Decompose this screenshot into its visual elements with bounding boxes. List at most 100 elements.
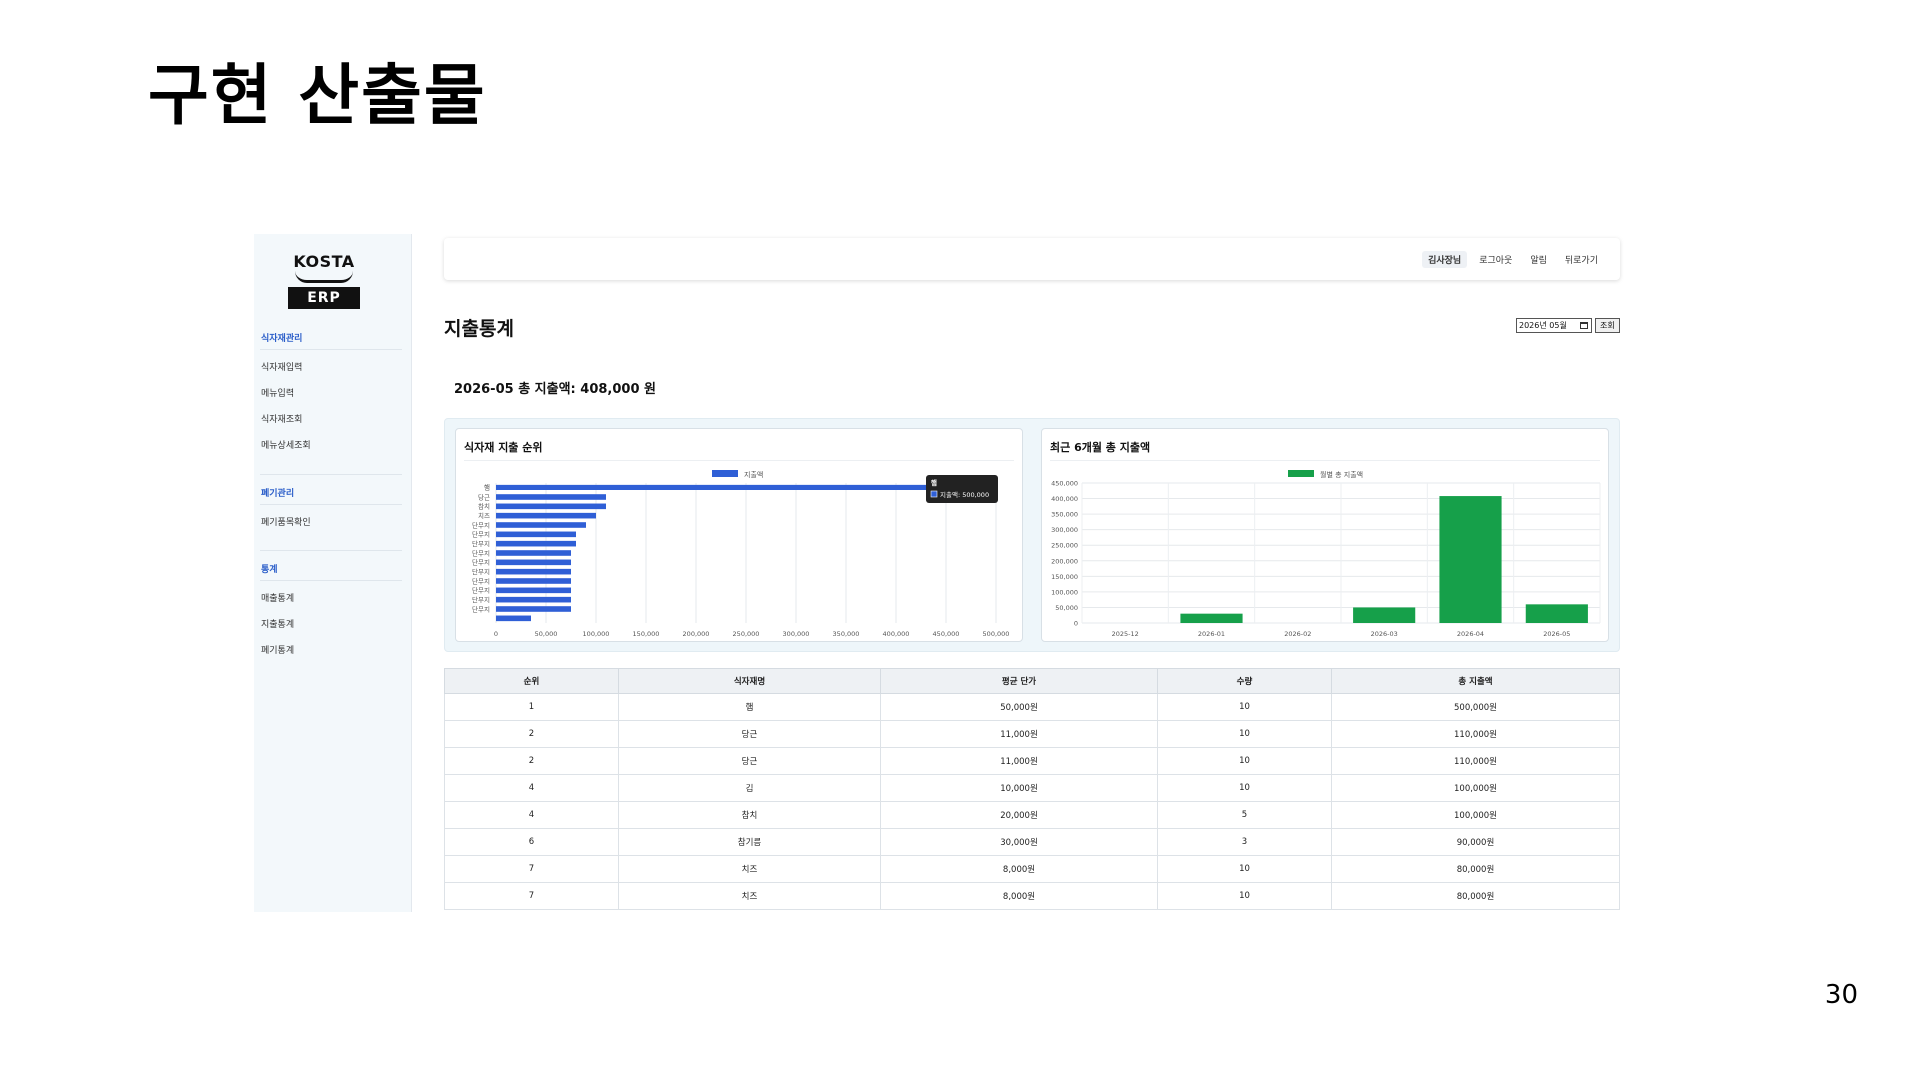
bar <box>1525 604 1588 623</box>
table-cell: 110,000원 <box>1331 720 1620 748</box>
table-cell: 100,000원 <box>1331 801 1620 829</box>
monthly-expense-chart: 최근 6개월 총 지출액 월별 총 지출액 0 50,000 100,000 150,0… <box>1041 428 1609 642</box>
sidebar-item-menu-input[interactable]: 메뉴입력 <box>260 386 402 412</box>
table-cell: 8,000원 <box>880 882 1158 910</box>
query-button[interactable]: 조회 <box>1595 318 1620 333</box>
nav-section-stats: 통계 매출통계 지출통계 폐기통계 <box>260 562 402 669</box>
logo-text-bottom: ERP <box>288 287 360 309</box>
bar <box>496 578 571 584</box>
calendar-icon[interactable] <box>1580 322 1588 329</box>
header-menu: 김사장님 로그아웃 알림 뒤로가기 <box>1422 251 1604 268</box>
y-tick-label: 50,000 <box>1055 604 1078 612</box>
col-total: 총 지출액 <box>1331 668 1620 694</box>
table-cell: 참기름 <box>618 828 881 856</box>
top-header: 김사장님 로그아웃 알림 뒤로가기 <box>444 238 1620 280</box>
sidebar-item-disposal-check[interactable]: 폐기품목확인 <box>260 515 402 541</box>
y-tick-label: 참치 <box>478 502 490 511</box>
table-cell: 110,000원 <box>1331 747 1620 775</box>
table-cell: 100,000원 <box>1331 774 1620 802</box>
y-tick-label: 단무지 <box>472 604 490 613</box>
sidebar-item-expense-stats[interactable]: 지출통계 <box>260 617 402 643</box>
legend-label: 지출액 <box>744 470 763 479</box>
nav-section-ingredients: 식자재관리 식자재입력 메뉴입력 식자재조회 메뉴상세조회 <box>260 331 402 464</box>
alarm-button[interactable]: 알림 <box>1524 251 1553 268</box>
col-quantity: 수량 <box>1157 668 1332 694</box>
nav-divider <box>260 550 402 551</box>
sidebar-item-menu-detail[interactable]: 메뉴상세조회 <box>260 438 402 464</box>
col-avg-price: 평균 단가 <box>880 668 1158 694</box>
table-row: 6 참기름 30,000원 3 90,000원 <box>444 828 1620 856</box>
y-tick-label: 단무지 <box>472 567 490 576</box>
y-tick-label: 450,000 <box>1051 480 1078 488</box>
table-cell: 7 <box>444 882 619 910</box>
table-row: 2 당근 11,000원 10 110,000원 <box>444 720 1620 748</box>
nav-section-disposal: 폐기관리 폐기품목확인 <box>260 486 402 541</box>
table-cell: 20,000원 <box>880 801 1158 829</box>
chart-title-divider <box>464 460 1014 461</box>
table-row: 4 김 10,000원 10 100,000원 <box>444 774 1620 802</box>
x-tick-label: 250,000 <box>733 630 760 638</box>
bar <box>496 494 606 500</box>
bar <box>496 540 576 547</box>
month-input-value: 2026년 05월 <box>1519 321 1567 330</box>
table-cell: 4 <box>444 774 619 802</box>
table-cell: 10 <box>1157 882 1332 910</box>
table-cell: 치즈 <box>618 855 881 883</box>
nav-divider <box>260 474 402 475</box>
back-button[interactable]: 뒤로가기 <box>1559 251 1604 268</box>
col-rank: 순위 <box>444 668 619 694</box>
x-tick-label: 2026-03 <box>1371 630 1398 638</box>
user-name-button[interactable]: 김사장님 <box>1422 251 1468 268</box>
table-cell: 10 <box>1157 774 1332 802</box>
tooltip-swatch <box>930 490 938 498</box>
sidebar-item-ingredient-input[interactable]: 식자재입력 <box>260 360 402 386</box>
table-cell: 80,000원 <box>1331 882 1620 910</box>
logo-smile-icon <box>295 271 353 283</box>
table-row: 1 햄 50,000원 10 500,000원 <box>444 693 1620 721</box>
bar <box>496 587 571 594</box>
month-input[interactable]: 2026년 05월 <box>1516 318 1592 333</box>
y-tick-label: 200,000 <box>1051 557 1078 565</box>
x-tick-label: 350,000 <box>833 630 860 638</box>
logo[interactable]: KOSTA ERP <box>288 252 360 309</box>
bar <box>1180 613 1243 623</box>
sidebar-item-disposal-stats[interactable]: 폐기통계 <box>260 643 402 669</box>
y-tick-label: 400,000 <box>1051 495 1078 503</box>
y-tick-label: 단무지 <box>472 539 490 548</box>
nav-section-head: 식자재관리 <box>260 331 402 350</box>
table-cell: 5 <box>1157 801 1332 829</box>
table-cell: 치즈 <box>618 882 881 910</box>
table-cell: 2 <box>444 720 619 748</box>
bar <box>496 606 571 612</box>
y-tick-label: 단무지 <box>472 548 490 557</box>
table-row: 4 참치 20,000원 5 100,000원 <box>444 801 1620 829</box>
nav-section-head: 통계 <box>260 562 402 581</box>
table-row: 7 치즈 8,000원 10 80,000원 <box>444 855 1620 883</box>
x-tick-label: 200,000 <box>683 630 710 638</box>
logout-button[interactable]: 로그아웃 <box>1473 251 1518 268</box>
table-cell: 10,000원 <box>880 774 1158 802</box>
x-tick-label: 500,000 <box>983 630 1010 638</box>
tooltip-text: 지출액: 500,000 <box>940 490 989 499</box>
sidebar-item-sales-stats[interactable]: 매출통계 <box>260 591 402 617</box>
table-cell: 당근 <box>618 747 881 775</box>
y-tick-label: 단무지 <box>472 595 490 604</box>
tooltip-title: 햄 <box>931 478 937 487</box>
y-tick-label: 당근 <box>478 492 490 501</box>
table-cell: 김 <box>618 774 881 802</box>
x-tick-label: 450,000 <box>933 630 960 638</box>
y-tick-label: 100,000 <box>1051 588 1078 596</box>
sidebar-item-ingredient-search[interactable]: 식자재조회 <box>260 412 402 438</box>
x-tick-label: 50,000 <box>535 630 558 638</box>
monthly-expense-svg: 월별 총 지출액 0 50,000 100,000 150,000 200,000 250,… <box>1051 470 1601 638</box>
legend-label: 월별 총 지출액 <box>1320 470 1363 479</box>
y-tick-label: 단무지 <box>472 576 490 585</box>
ingredient-ranking-svg: 지출액 0 50,000 100,000 150,000 200,000 250,000 30… <box>472 470 1010 638</box>
chart-title-divider <box>1050 460 1600 461</box>
table-cell: 11,000원 <box>880 720 1158 748</box>
table-cell: 80,000원 <box>1331 855 1620 883</box>
table-cell: 11,000원 <box>880 747 1158 775</box>
table-cell: 50,000원 <box>880 693 1158 721</box>
x-tick-label: 2025-12 <box>1112 630 1139 638</box>
x-tick-label: 150,000 <box>633 630 660 638</box>
